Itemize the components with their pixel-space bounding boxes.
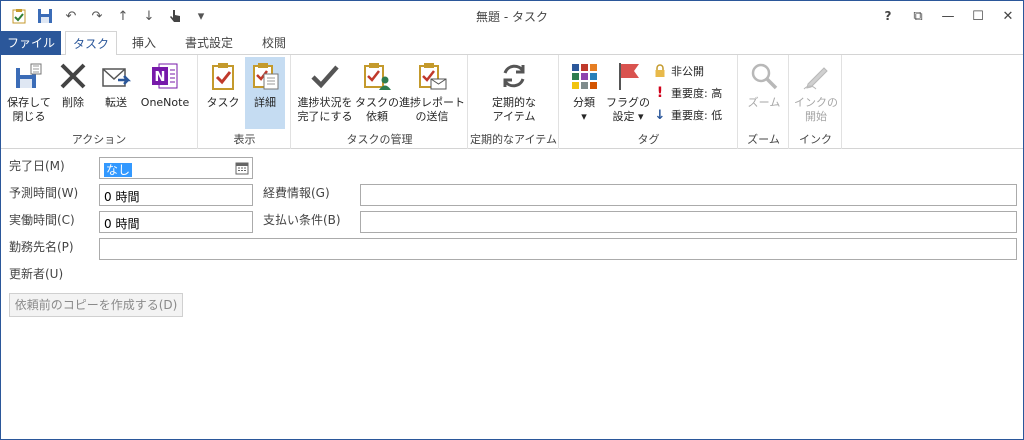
group-tags: 分類 ▾ フラグの 設定 ▾ 非公開 ! 重要度: 高 ↓ 重要度: 低 タグ	[560, 55, 738, 149]
pen-icon	[803, 67, 828, 90]
save-and-close-button[interactable]: 保存して 閉じる	[5, 57, 53, 129]
task-window: ↶ ↷ ↑ ↓ ▾ 無題 - タスク ? ⧉ — ☐ ✕ ファイル タスク 挿入…	[0, 0, 1024, 440]
group-show: タスク 詳細 表示	[199, 55, 291, 149]
billing-info-field[interactable]	[360, 184, 1017, 206]
categorize-icon	[572, 64, 597, 89]
group-recurrence: 定期的な アイテム 定期的なアイテム	[469, 55, 559, 149]
onenote-icon: N	[152, 63, 178, 89]
start-inking-button[interactable]: インクの 開始	[794, 57, 838, 129]
close-button[interactable]: ✕	[993, 1, 1023, 31]
send-status-report-button[interactable]: 進捗レポート の送信	[399, 57, 465, 129]
complete-date-label: 完了日(M)	[9, 159, 65, 173]
magnifier-icon	[751, 63, 778, 90]
tab-file[interactable]: ファイル	[1, 31, 61, 55]
status-report-icon	[419, 63, 447, 90]
flag-icon	[619, 63, 639, 90]
ribbon: 保存して 閉じる 削除 転送 N OneNote アクション タスク 詳細 表示…	[1, 55, 1023, 149]
payment-terms-label: 支払い条件(B)	[263, 213, 341, 227]
group-label-ink: インク	[799, 133, 832, 146]
assign-task-button[interactable]: タスクの 依頼	[355, 57, 399, 129]
delete-button[interactable]: 削除	[55, 57, 91, 129]
company-field[interactable]	[99, 238, 1017, 260]
recurrence-arrows-icon	[503, 64, 525, 88]
follow-up-flag-button[interactable]: フラグの 設定 ▾	[606, 57, 650, 129]
tab-insert[interactable]: 挿入	[121, 31, 167, 55]
delete-x-icon	[60, 63, 86, 89]
group-label-tags: タグ	[637, 133, 660, 146]
group-label-recurrence: 定期的なアイテム	[470, 133, 557, 146]
window-controls: ? ⧉ — ☐ ✕	[873, 1, 1023, 31]
title-bar: ↶ ↷ ↑ ↓ ▾ 無題 - タスク ? ⧉ — ☐ ✕	[1, 1, 1023, 31]
complete-date-field[interactable]: なし	[99, 157, 253, 179]
mark-complete-button[interactable]: 進捗状況を 完了にする	[296, 57, 354, 129]
minimize-button[interactable]: —	[933, 1, 963, 31]
checkmark-icon	[311, 65, 339, 89]
group-label-actions: アクション	[71, 133, 127, 146]
ribbon-tabs: ファイル タスク 挿入 書式設定 校閲	[1, 31, 1023, 56]
zoom-button[interactable]: ズーム	[743, 57, 785, 129]
forward-button[interactable]: 転送	[97, 57, 135, 129]
help-button[interactable]: ?	[873, 1, 903, 31]
exclamation-icon: !	[656, 85, 664, 101]
tab-format-text[interactable]: 書式設定	[173, 31, 245, 55]
task-clipboard-icon	[212, 63, 234, 90]
company-label: 勤務先名(P)	[9, 240, 74, 254]
estimated-time-label: 予測時間(W)	[9, 186, 79, 200]
window-title: 無題 - タスク	[476, 10, 548, 24]
high-importance-button[interactable]: ! 重要度: 高	[652, 83, 722, 103]
tab-review[interactable]: 校閲	[251, 31, 297, 55]
svg-text:N: N	[155, 70, 166, 85]
actual-time-field[interactable]: 0 時間	[99, 211, 253, 233]
details-view-button[interactable]: 詳細	[245, 57, 285, 129]
onenote-button[interactable]: N OneNote	[137, 57, 193, 129]
group-label-zoom: ズーム	[747, 133, 780, 146]
complete-date-value: なし	[104, 163, 133, 177]
down-arrow-icon: ↓	[654, 107, 666, 123]
chevron-down-icon: ▾	[581, 110, 587, 123]
group-label-show: 表示	[233, 133, 256, 146]
recurrence-button[interactable]: 定期的な アイテム	[483, 57, 545, 129]
group-label-manage-task: タスクの管理	[346, 133, 413, 146]
create-unassigned-copy-button[interactable]: 依頼前のコピーを作成する(D)	[9, 293, 183, 317]
group-zoom: ズーム ズーム	[739, 55, 789, 149]
payment-terms-field[interactable]	[360, 211, 1017, 233]
lock-icon	[652, 63, 668, 79]
calendar-icon[interactable]	[235, 161, 249, 175]
private-button[interactable]: 非公開	[652, 61, 704, 81]
group-ink: インクの 開始 インク	[790, 55, 842, 149]
group-manage-task: 進捗状況を 完了にする タスクの 依頼 進捗レポート の送信 タスクの管理	[292, 55, 468, 149]
task-details-form: 完了日(M) なし 予測時間(W) 0 時間 経費情報(G) 実働時間(C) 0…	[1, 149, 1023, 439]
maximize-button[interactable]: ☐	[963, 1, 993, 31]
save-close-icon	[16, 63, 42, 88]
group-actions: 保存して 閉じる 削除 転送 N OneNote アクション	[1, 55, 198, 149]
low-importance-button[interactable]: ↓ 重要度: 低	[652, 105, 723, 125]
forward-envelope-icon	[102, 68, 132, 87]
estimated-time-field[interactable]: 0 時間	[99, 184, 253, 206]
actual-time-label: 実働時間(C)	[9, 213, 75, 227]
tab-task[interactable]: タスク	[65, 31, 117, 56]
ribbon-display-options-icon[interactable]: ⧉	[903, 1, 933, 31]
chevron-down-icon: ▾	[637, 110, 644, 123]
categorize-button[interactable]: 分類 ▾	[564, 57, 604, 129]
details-icon	[253, 63, 279, 90]
updated-by-label: 更新者(U)	[9, 267, 64, 281]
billing-info-label: 経費情報(G)	[263, 186, 330, 200]
assign-task-icon	[364, 63, 391, 90]
task-view-button[interactable]: タスク	[203, 57, 243, 129]
